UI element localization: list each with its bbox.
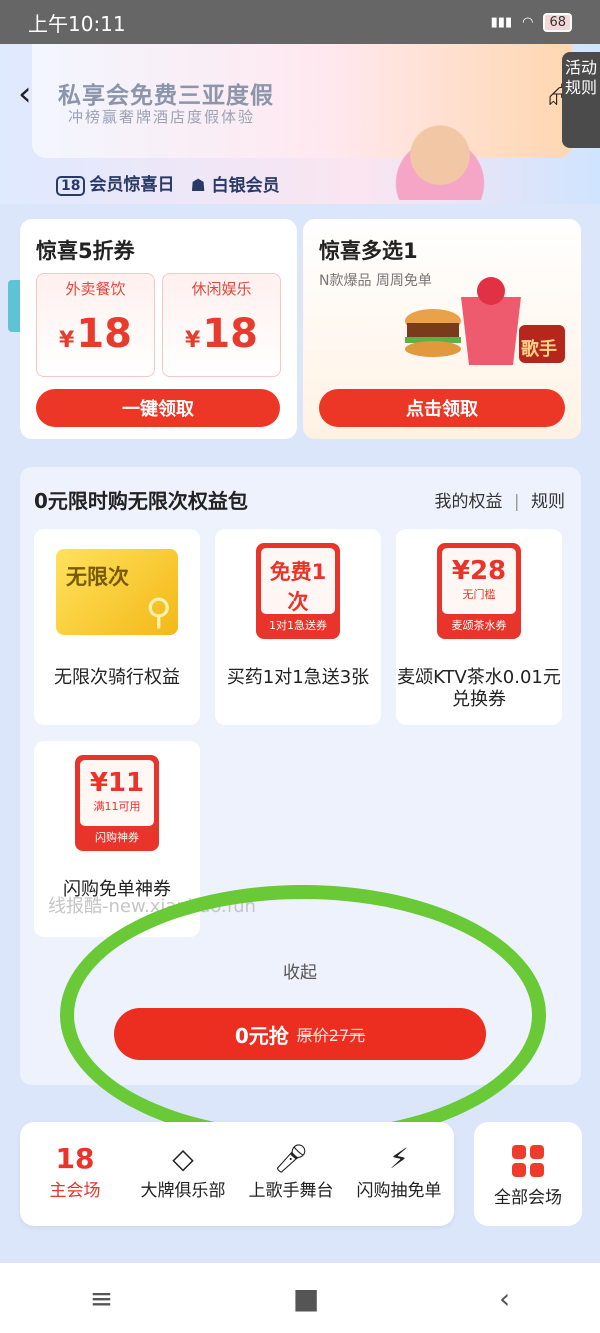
battery-level: 68 [543, 12, 572, 32]
claim-all-button[interactable]: 一键领取 [36, 389, 280, 427]
tab-singer-stage[interactable]: 🎤︎ 上歌手舞台 [236, 1142, 346, 1201]
signal-icon: ▮▮▮ [490, 14, 513, 30]
multi-pick-card: 惊喜多选1 N款爆品 周周免单 歌手 点击领取 [303, 219, 581, 439]
bicycle-icon: ⚲ [145, 592, 172, 633]
member-icon: ☗ [190, 175, 206, 196]
hero-model-image [360, 88, 520, 200]
original-price: 原价27元 [296, 1026, 366, 1045]
microphone-icon: 🎤︎ [273, 1142, 309, 1175]
wifi-icon: ◠ [522, 14, 534, 30]
claim-button[interactable]: 点击领取 [319, 389, 565, 427]
hero-title: 私享会免费三亚度假 [58, 83, 274, 109]
18-logo-icon: 18 [56, 176, 86, 196]
shopping-bag-icon: ⚡ [389, 1142, 409, 1175]
item-name: 买药1对1急送3张 [226, 667, 370, 688]
benefit-item-ktv[interactable]: ¥28 无门槛 麦颂茶水券 麦颂KTV茶水0.01元兑换券 [396, 529, 562, 725]
home-icon[interactable]: ■ [293, 1282, 319, 1315]
watermark-text: 线报酷-new.xianbao.fun [48, 896, 256, 917]
coupon-ticket-image: 免费1次 无门槛 1对1急送券 [256, 543, 340, 639]
item-name: 无限次骑行权益 [54, 667, 180, 688]
rules-link[interactable]: 规则 [531, 492, 565, 512]
tab-main-venue[interactable]: 18 主会场 [20, 1142, 130, 1201]
burger-drink-image [405, 277, 565, 365]
collapse-link[interactable]: 收起 [0, 958, 600, 983]
coupon-card-title: 惊喜5折券 [36, 239, 135, 263]
status-time: 上午10:11 [28, 11, 126, 36]
benefit-item-medicine[interactable]: 免费1次 无门槛 1对1急送券 买药1对1急送3张 [215, 529, 381, 725]
back-nav-icon[interactable]: ‹ [499, 1282, 510, 1315]
my-benefits-link[interactable]: 我的权益 [434, 492, 502, 512]
all-venues-button[interactable]: 全部会场 [474, 1122, 582, 1226]
benefit-links: 我的权益 | 规则 [434, 492, 565, 512]
hero-subtitle: 冲榜赢奢牌酒店度假体验 [68, 108, 256, 126]
buy-label: 0元抢 [234, 1023, 289, 1048]
system-nav-bar: ≡ ■ ‹ [0, 1263, 600, 1333]
coupon-label: 休闲娱乐 [191, 280, 252, 298]
coupon-card: 惊喜5折券 外卖餐饮 ¥18 休闲娱乐 ¥18 一键领取 [20, 219, 297, 439]
coupon-food[interactable]: 外卖餐饮 ¥18 [36, 273, 155, 377]
back-icon[interactable]: ‹ [18, 74, 32, 114]
level-badge: ☗ 白银会员 [190, 175, 280, 196]
singer-tag: 歌手 [521, 339, 557, 360]
rules-tab[interactable]: 活动规则 [562, 52, 600, 148]
benefit-title: 0元限时购无限次权益包 [34, 489, 248, 513]
item-name: 麦颂KTV茶水0.01元兑换券 [397, 667, 561, 710]
benefit-item-cycling[interactable]: 无限次 ⚲ 无限次骑行权益 [34, 529, 200, 725]
18-logo-icon: 18 [55, 1142, 95, 1175]
coupon-ticket-image: ¥28 无门槛 麦颂茶水券 [437, 543, 521, 639]
coupon-ticket-image: ¥11 满11可用 闪购神券 [75, 755, 159, 851]
menu-icon[interactable]: ≡ [90, 1282, 113, 1315]
coupon-label: 外卖餐饮 [65, 280, 126, 298]
buy-button[interactable]: 0元抢 原价27元 [114, 1008, 486, 1060]
coupon-leisure[interactable]: 休闲娱乐 ¥18 [162, 273, 281, 377]
coupon-amount: 18 [76, 311, 132, 357]
event-badge: 18 会员惊喜日 [56, 170, 174, 196]
diamond-icon: ◇ [172, 1142, 194, 1175]
multi-card-title: 惊喜多选1 [319, 239, 418, 263]
grid-icon [512, 1145, 544, 1177]
unlimited-card-image: 无限次 ⚲ [56, 549, 178, 635]
tab-flash-draw[interactable]: ⚡ 闪购抽免单 [344, 1142, 454, 1201]
member-badges: 18 会员惊喜日 ☗ 白银会员 [56, 170, 280, 196]
venue-tab-bar: 18 主会场 ◇ 大牌俱乐部 🎤︎ 上歌手舞台 ⚡ 闪购抽免单 [20, 1122, 454, 1226]
coupon-amount: 18 [202, 311, 258, 357]
tab-brand-club[interactable]: ◇ 大牌俱乐部 [128, 1142, 238, 1201]
status-bar: 上午10:11 ▮▮▮ ◠ 68 [0, 0, 600, 44]
